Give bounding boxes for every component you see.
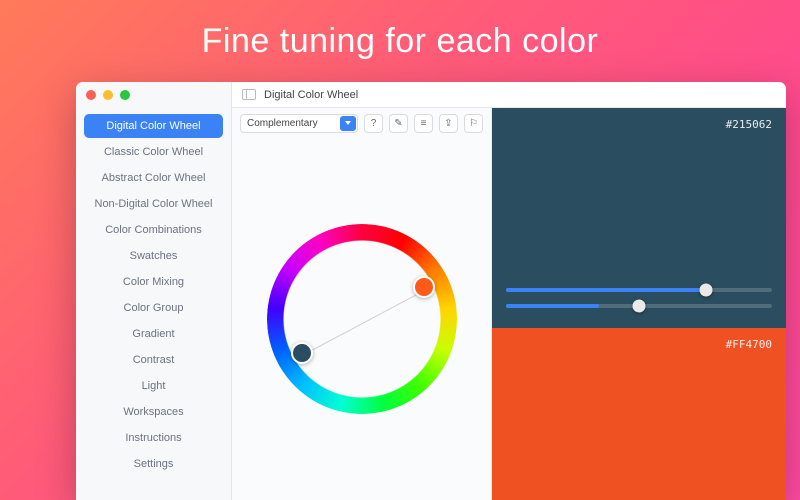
sidebar-toggle-icon[interactable]: [242, 89, 256, 100]
help-button[interactable]: ?: [364, 114, 383, 133]
content: Complementary ? ✎ ≡ ⇪ ⚐: [232, 108, 786, 500]
harmony-select[interactable]: Complementary: [240, 114, 358, 133]
slider-2-fill: [506, 304, 599, 308]
list-button[interactable]: ≡: [414, 114, 433, 133]
swatch-top[interactable]: #215062: [492, 108, 786, 328]
sidebar-list: Digital Color WheelClassic Color WheelAb…: [76, 108, 231, 482]
harmony-select-label: Complementary: [247, 118, 318, 129]
slider-1[interactable]: [506, 288, 772, 292]
window-title: Digital Color Wheel: [264, 89, 358, 101]
sidebar-item[interactable]: Digital Color Wheel: [84, 114, 223, 138]
eyedropper-button[interactable]: ✎: [389, 114, 408, 133]
chevron-down-icon: [340, 116, 356, 131]
swatch-bottom[interactable]: #FF4700: [492, 328, 786, 500]
minimize-icon[interactable]: [103, 90, 113, 100]
bookmark-button[interactable]: ⚐: [464, 114, 483, 133]
wheel-panel: Complementary ? ✎ ≡ ⇪ ⚐: [232, 108, 492, 500]
swatch-top-hex: #215062: [506, 118, 772, 131]
slider-1-thumb[interactable]: [699, 283, 712, 296]
slider-2[interactable]: [506, 304, 772, 308]
sidebar-item[interactable]: Color Mixing: [84, 270, 223, 294]
color-wheel-ring: [267, 224, 457, 414]
sidebar-item[interactable]: Light: [84, 374, 223, 398]
preview-panel: #215062 #FF4700: [492, 108, 786, 500]
wheel-area: [232, 138, 491, 500]
sidebar: Digital Color WheelClassic Color WheelAb…: [76, 82, 232, 500]
sidebar-item[interactable]: Non-Digital Color Wheel: [84, 192, 223, 216]
sidebar-item[interactable]: Instructions: [84, 426, 223, 450]
color-handle-2[interactable]: [413, 276, 435, 298]
sidebar-item[interactable]: Contrast: [84, 348, 223, 372]
sliders-group: [506, 131, 772, 318]
wheel-toolbar: Complementary ? ✎ ≡ ⇪ ⚐: [232, 108, 491, 138]
sidebar-item[interactable]: Color Combinations: [84, 218, 223, 242]
sidebar-item[interactable]: Workspaces: [84, 400, 223, 424]
slider-2-thumb[interactable]: [633, 299, 646, 312]
window-controls: [76, 82, 231, 108]
swatch-bottom-hex: #FF4700: [506, 338, 772, 351]
main-area: Digital Color Wheel Complementary ? ✎ ≡ …: [232, 82, 786, 500]
color-wheel[interactable]: [267, 224, 457, 414]
titlebar: Digital Color Wheel: [232, 82, 786, 108]
sidebar-item[interactable]: Swatches: [84, 244, 223, 268]
promo-title: Fine tuning for each color: [0, 0, 800, 61]
sidebar-item[interactable]: Abstract Color Wheel: [84, 166, 223, 190]
color-handle-1[interactable]: [291, 342, 313, 364]
sidebar-item[interactable]: Color Group: [84, 296, 223, 320]
zoom-icon[interactable]: [120, 90, 130, 100]
slider-1-fill: [506, 288, 706, 292]
sidebar-item[interactable]: Gradient: [84, 322, 223, 346]
sidebar-item[interactable]: Classic Color Wheel: [84, 140, 223, 164]
app-window: Digital Color WheelClassic Color WheelAb…: [76, 82, 786, 500]
export-button[interactable]: ⇪: [439, 114, 458, 133]
close-icon[interactable]: [86, 90, 96, 100]
sidebar-item[interactable]: Settings: [84, 452, 223, 476]
